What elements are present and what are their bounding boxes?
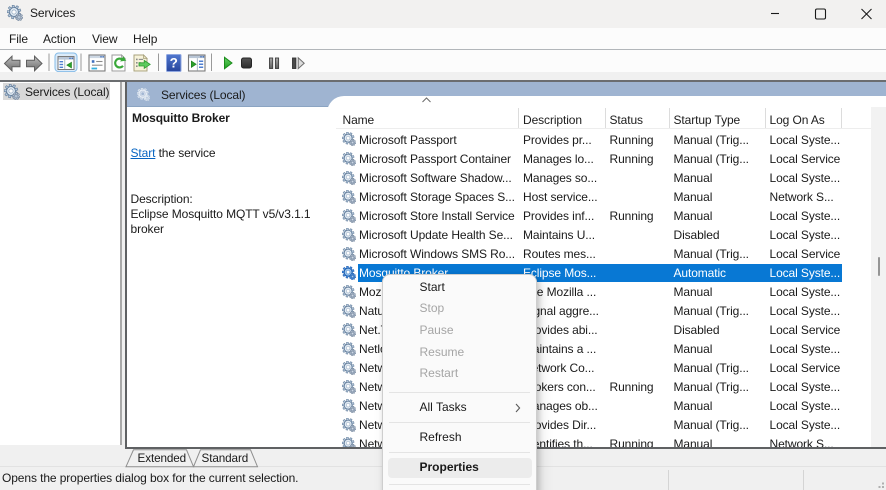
svg-text:?: ?	[170, 56, 178, 71]
